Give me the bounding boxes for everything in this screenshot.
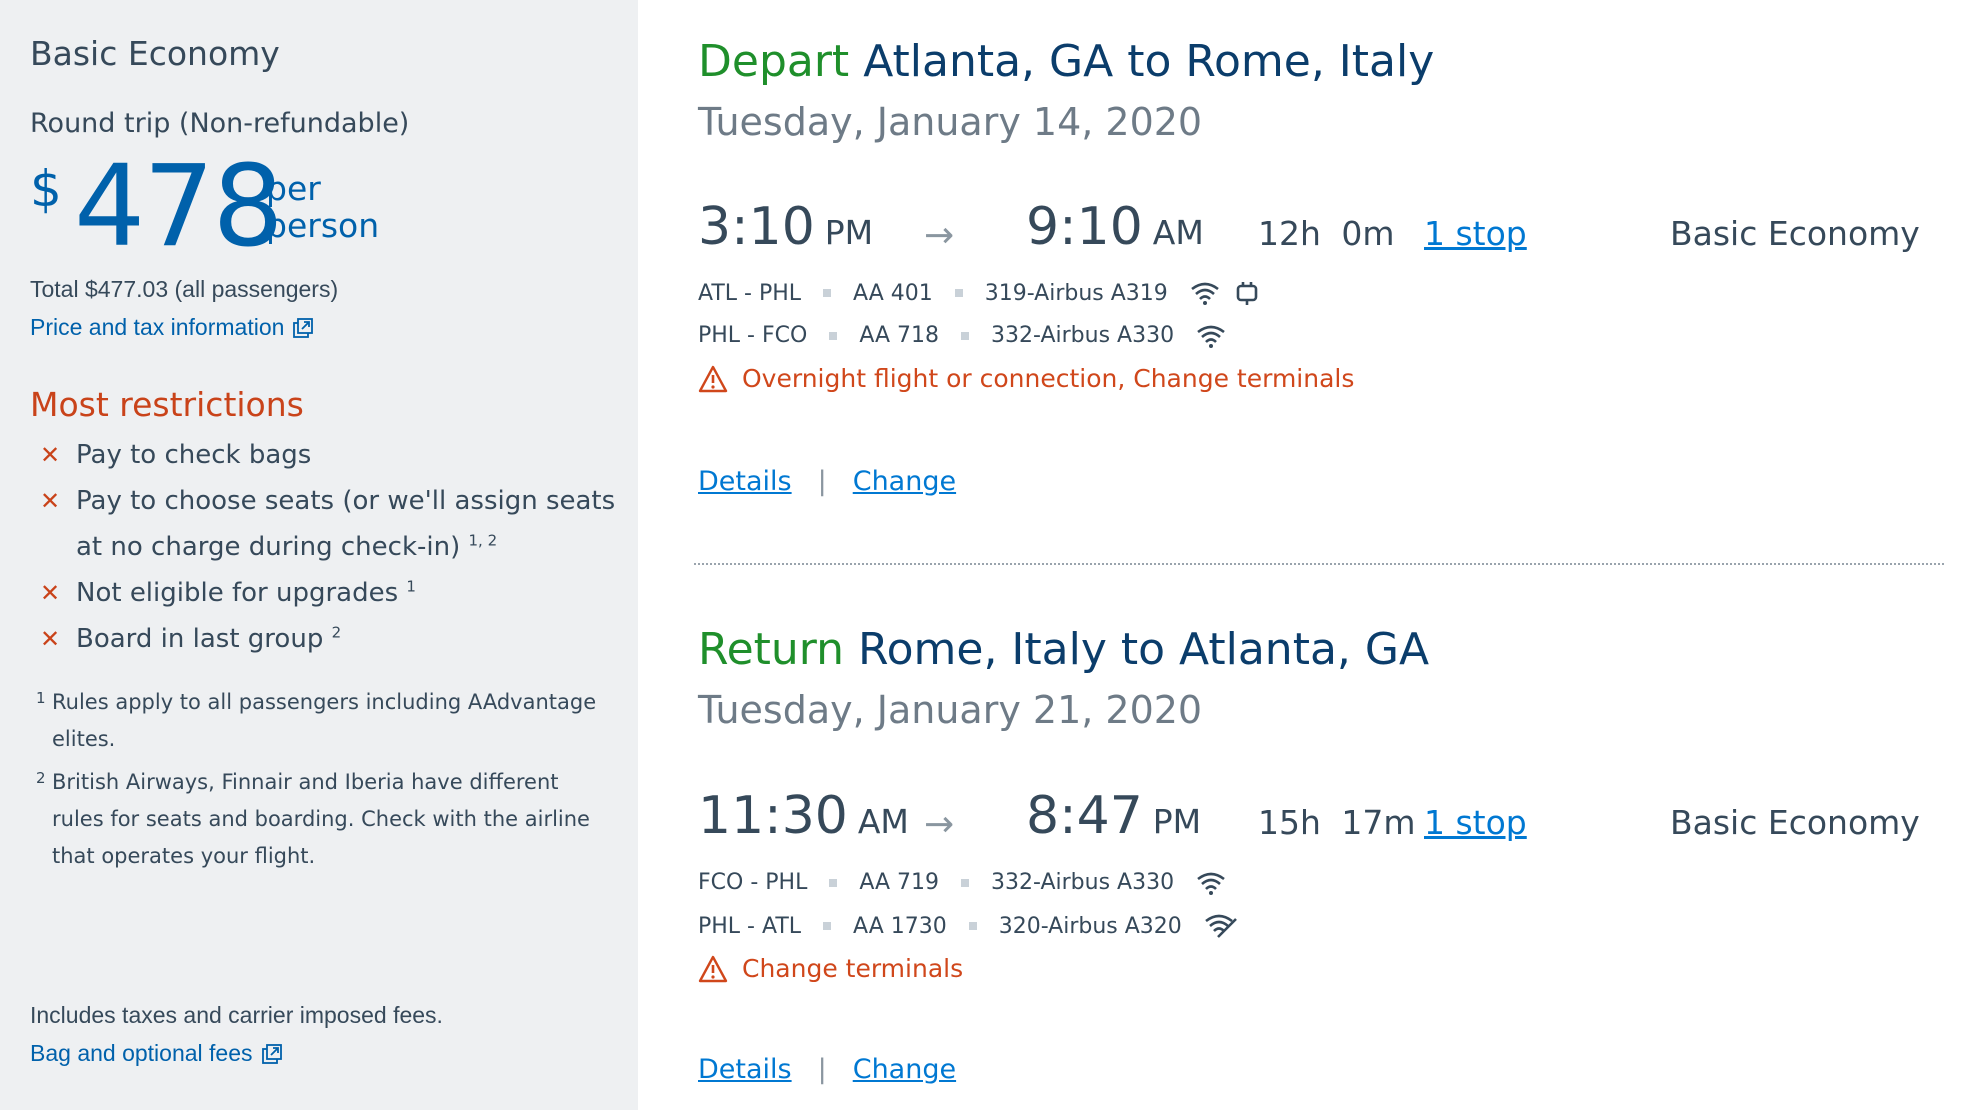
per-person-label: per person xyxy=(266,169,380,245)
restriction-item: ✕ Board in last group 2 xyxy=(40,616,620,662)
cabin-class: Basic Economy xyxy=(1670,214,1920,253)
fare-title: Basic Economy xyxy=(30,34,280,73)
restrictions-title: Most restrictions xyxy=(30,385,304,424)
arrive-time: 9:10 AM xyxy=(1026,197,1204,257)
warning-icon xyxy=(698,955,728,982)
arrow-right-icon: → xyxy=(924,215,955,256)
arrow-right-icon: → xyxy=(924,804,955,845)
footnote: 1 Rules apply to all passengers including… xyxy=(36,689,597,751)
external-link-icon xyxy=(293,317,314,338)
warning-icon xyxy=(698,365,728,392)
restriction-item: ✕ Pay to choose seats (or we'll assign se… xyxy=(40,478,620,570)
change-link[interactable]: Change xyxy=(853,466,956,497)
fees-note: Includes taxes and carrier imposed fees. xyxy=(30,1002,443,1028)
wifi-icon xyxy=(1191,282,1219,305)
bag-fees-link[interactable]: Bag and optional fees xyxy=(30,1040,283,1067)
external-link-icon xyxy=(261,1043,282,1064)
wifi-icon xyxy=(1197,872,1225,895)
trip-warning: Change terminals xyxy=(698,954,963,983)
return-date: Tuesday, January 21, 2020 xyxy=(698,688,1203,732)
restriction-item: ✕ Not eligible for upgrades 1 xyxy=(40,570,620,616)
trip-duration: 15h 17m xyxy=(1258,803,1416,842)
trip-type: Round trip (Non-refundable) xyxy=(30,108,410,139)
depart-time: 11:30 AM xyxy=(698,786,909,846)
total-price: Total $477.03 (all passengers) xyxy=(30,276,339,302)
trip-divider xyxy=(694,563,1944,565)
footnotes: 1 Rules apply to all passengers including… xyxy=(36,684,616,881)
cabin-class: Basic Economy xyxy=(1670,803,1920,842)
x-icon: ✕ xyxy=(40,441,61,469)
stops-link[interactable]: 1 stop xyxy=(1424,214,1527,253)
trip-duration: 12h 0m xyxy=(1258,214,1395,253)
currency-symbol: $ xyxy=(30,160,62,218)
trip-actions: Details | Change xyxy=(698,1054,956,1085)
itinerary-panel: Depart Atlanta, GA to Rome, Italy Tuesda… xyxy=(638,0,1982,1110)
x-icon: ✕ xyxy=(40,579,61,607)
separator: | xyxy=(817,466,827,497)
price-amount: 478 xyxy=(74,142,284,272)
depart-date: Tuesday, January 14, 2020 xyxy=(698,100,1203,144)
flight-segment: FCO - PHL AA 719 332-Airbus A330 xyxy=(698,870,1226,895)
restrictions-list: ✕ Pay to check bags ✕ Pay to choose seats … xyxy=(40,432,620,662)
x-icon: ✕ xyxy=(40,625,61,653)
fare-summary-panel: Basic Economy Round trip (Non-refundable… xyxy=(0,0,638,1110)
x-icon: ✕ xyxy=(40,487,61,515)
flight-segment: PHL - ATL AA 1730 320-Airbus A320 xyxy=(698,913,1238,939)
details-link[interactable]: Details xyxy=(698,466,792,497)
depart-title: Depart Atlanta, GA to Rome, Italy xyxy=(698,36,1435,87)
wifi-icon xyxy=(1197,325,1225,348)
price-tax-link[interactable]: Price and tax information xyxy=(30,314,314,341)
wifi-satellite-icon xyxy=(1205,914,1237,938)
power-outlet-icon xyxy=(1236,282,1258,305)
change-link[interactable]: Change xyxy=(853,1054,956,1085)
details-link[interactable]: Details xyxy=(698,1054,792,1085)
trip-actions: Details | Change xyxy=(698,466,956,497)
flight-segment: ATL - PHL AA 401 319-Airbus A319 xyxy=(698,280,1260,306)
separator: | xyxy=(817,1054,827,1085)
flight-segment: PHL - FCO AA 718 332-Airbus A330 xyxy=(698,323,1226,348)
depart-time: 3:10 PM xyxy=(698,197,874,257)
stops-link[interactable]: 1 stop xyxy=(1424,803,1527,842)
restriction-item: ✕ Pay to check bags xyxy=(40,432,620,478)
arrive-time: 8:47 PM xyxy=(1026,786,1202,846)
return-title: Return Rome, Italy to Atlanta, GA xyxy=(698,624,1430,675)
trip-warning: Overnight flight or connection, Change t… xyxy=(698,364,1354,393)
footnote: 2 British Airways, Finnair and Iberia hav… xyxy=(36,769,590,868)
